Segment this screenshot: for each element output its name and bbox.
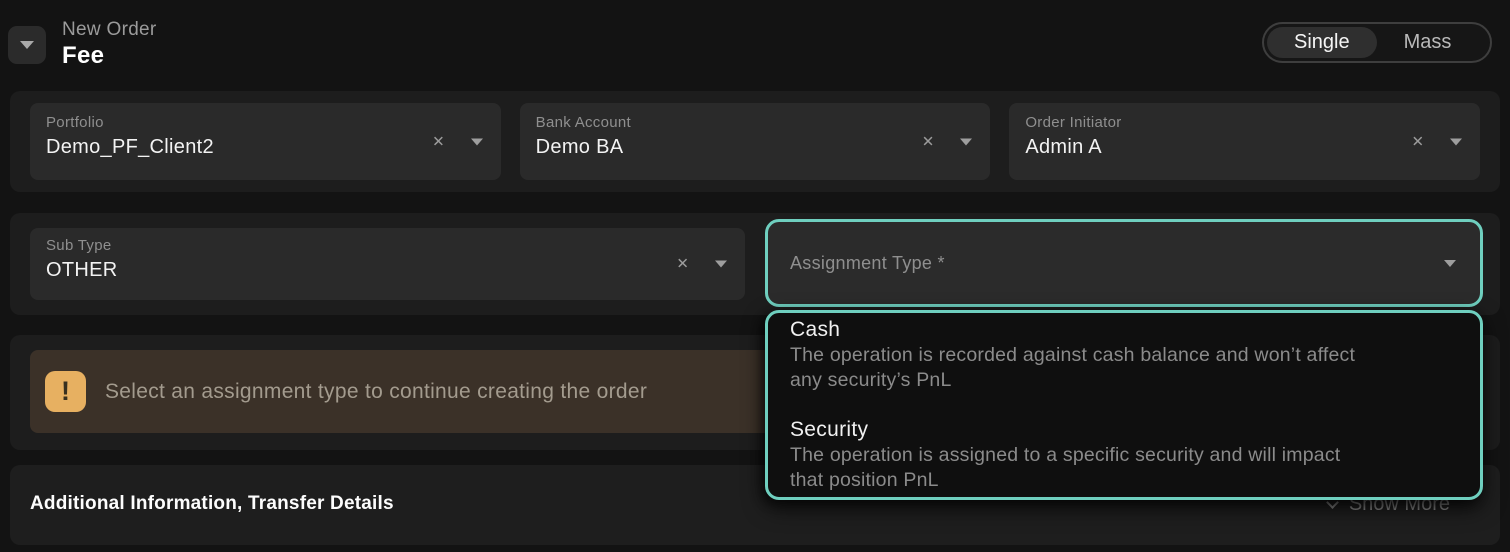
toggle-option-single[interactable]: Single bbox=[1267, 27, 1377, 58]
option-title: Cash bbox=[790, 317, 1458, 343]
chevron-down-icon[interactable] bbox=[715, 261, 727, 268]
page-title: Fee bbox=[62, 42, 104, 70]
option-description: The operation is recorded against cash b… bbox=[790, 343, 1370, 393]
assignment-type-dropdown: Cash The operation is recorded against c… bbox=[765, 310, 1483, 500]
clear-icon[interactable] bbox=[922, 134, 935, 149]
field-value: Admin A bbox=[1025, 136, 1464, 159]
field-icons bbox=[922, 134, 973, 149]
chevron-down-icon[interactable] bbox=[960, 138, 972, 145]
field-label: Portfolio bbox=[46, 114, 485, 131]
field-label: Sub Type bbox=[46, 237, 729, 254]
field-placeholder: Assignment Type * bbox=[790, 253, 945, 274]
exclamation-icon bbox=[45, 371, 86, 412]
dropdown-option-security[interactable]: Security The operation is assigned to a … bbox=[790, 417, 1458, 493]
field-value: OTHER bbox=[46, 259, 729, 282]
assignment-type-select[interactable]: Assignment Type * bbox=[765, 219, 1483, 307]
order-initiator-select[interactable]: Order Initiator Admin A bbox=[1009, 103, 1480, 180]
warning-message: Select an assignment type to continue cr… bbox=[105, 380, 647, 404]
order-type-panel: Sub Type OTHER Assignment Type * bbox=[10, 213, 1500, 315]
field-label: Order Initiator bbox=[1025, 114, 1464, 131]
field-value: Demo BA bbox=[536, 136, 975, 159]
order-type-label: New Order bbox=[62, 19, 157, 41]
field-value: Demo_PF_Client2 bbox=[46, 136, 485, 159]
option-description: The operation is assigned to a specific … bbox=[790, 443, 1370, 493]
section-title: Additional Information, Transfer Details bbox=[30, 493, 394, 515]
collapse-panel-button[interactable] bbox=[8, 26, 46, 64]
chevron-down-icon bbox=[20, 41, 34, 49]
chevron-down-icon[interactable] bbox=[471, 138, 483, 145]
field-icons bbox=[1411, 134, 1462, 149]
field-icons bbox=[432, 134, 483, 149]
portfolio-select[interactable]: Portfolio Demo_PF_Client2 bbox=[30, 103, 501, 180]
toggle-option-mass[interactable]: Mass bbox=[1377, 27, 1479, 58]
dropdown-option-cash[interactable]: Cash The operation is recorded against c… bbox=[790, 317, 1458, 393]
clear-icon[interactable] bbox=[676, 257, 689, 272]
field-label: Bank Account bbox=[536, 114, 975, 131]
order-parties-panel: Portfolio Demo_PF_Client2 Bank Account D… bbox=[10, 91, 1500, 192]
option-title: Security bbox=[790, 417, 1458, 443]
mode-toggle: Single Mass bbox=[1262, 22, 1492, 63]
chevron-down-icon[interactable] bbox=[1450, 138, 1462, 145]
clear-icon[interactable] bbox=[1411, 134, 1424, 149]
bank-account-select[interactable]: Bank Account Demo BA bbox=[520, 103, 991, 180]
new-order-page: New Order Fee Single Mass Portfolio Demo… bbox=[0, 0, 1510, 552]
sub-type-select[interactable]: Sub Type OTHER bbox=[30, 228, 745, 300]
field-icons bbox=[676, 257, 727, 272]
clear-icon[interactable] bbox=[432, 134, 445, 149]
chevron-down-icon[interactable] bbox=[1444, 260, 1456, 267]
